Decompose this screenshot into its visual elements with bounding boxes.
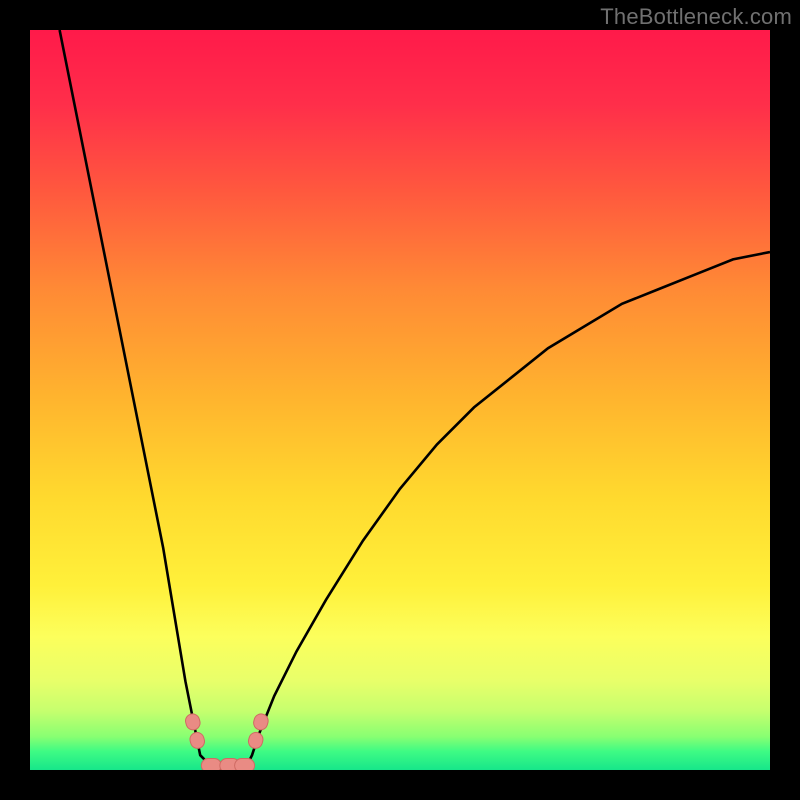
marker-floor-c <box>235 759 255 770</box>
plot-area <box>30 30 770 770</box>
watermark-text: TheBottleneck.com <box>600 4 792 30</box>
gradient-background <box>30 30 770 770</box>
chart-svg <box>30 30 770 770</box>
outer-frame: TheBottleneck.com <box>0 0 800 800</box>
marker-floor-a <box>201 759 221 770</box>
